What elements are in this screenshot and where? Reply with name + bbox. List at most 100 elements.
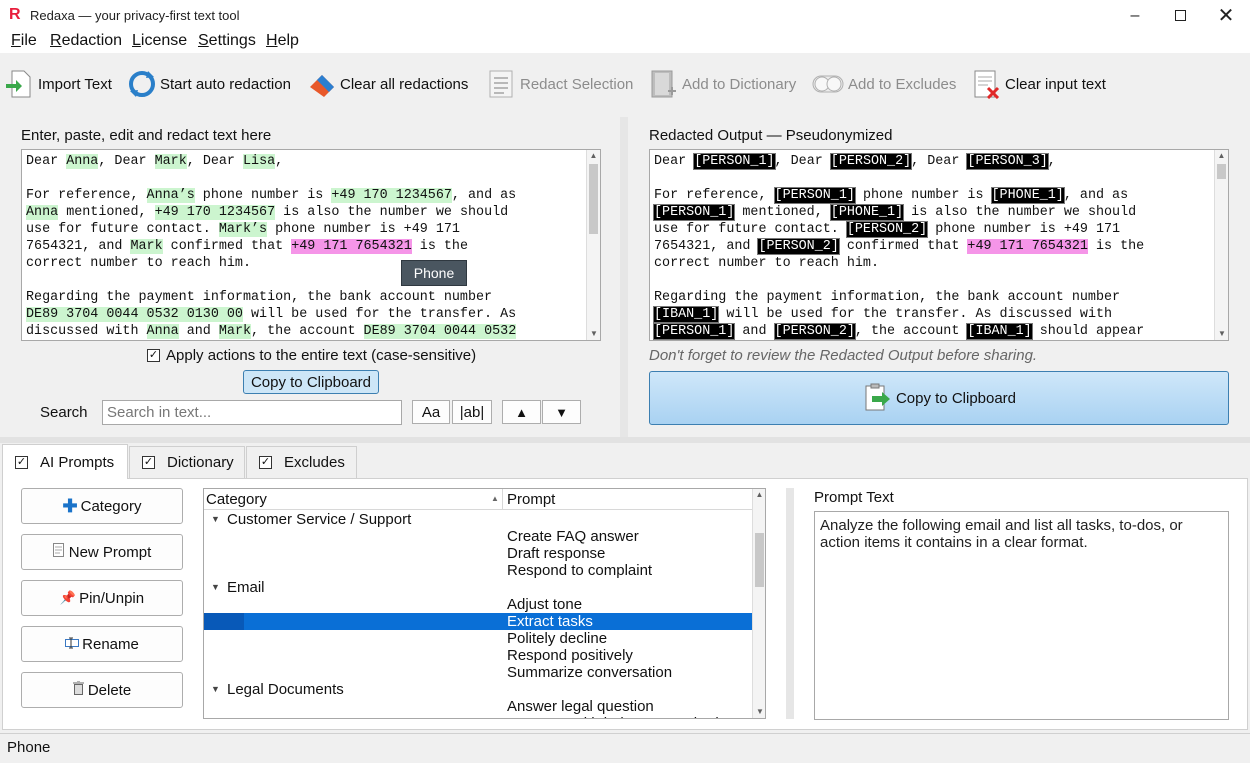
search-next-button[interactable]: ▼ — [542, 400, 581, 424]
add-category-button[interactable]: ✚ Category — [21, 488, 183, 524]
text-segment: is the — [411, 239, 468, 254]
search-prev-button[interactable]: ▲ — [502, 400, 541, 424]
vertical-splitter[interactable] — [620, 117, 628, 437]
menu-file[interactable]: File — [11, 32, 37, 50]
output-scrollbar[interactable]: ▲ ▼ — [1214, 150, 1228, 340]
review-hint: Don't forget to review the Redacted Outp… — [649, 347, 1038, 364]
menu-redaction[interactable]: Redaction — [50, 32, 122, 50]
tree-scrollbar[interactable]: ▲ ▼ — [752, 489, 765, 718]
highlighted-entity: Anna — [26, 205, 59, 220]
scroll-thumb[interactable] — [755, 533, 764, 587]
pin-unpin-button[interactable]: 📌 Pin/Unpin — [21, 580, 183, 616]
column-prompt[interactable]: Prompt — [507, 491, 555, 508]
scroll-down-icon[interactable]: ▼ — [1215, 328, 1229, 340]
text-segment: phone number is — [194, 188, 332, 203]
expand-arrow-icon[interactable]: ▼ — [211, 579, 220, 596]
start-auto-redaction-button[interactable]: Start auto redaction — [128, 66, 291, 102]
tree-prompt-row[interactable]: Answer legal question — [204, 698, 752, 715]
tab-excludes[interactable]: ✓ Excludes — [246, 446, 357, 478]
highlighted-entity: [PERSON_1] — [652, 323, 736, 340]
tree-prompt-row[interactable]: Respond to complaint — [204, 562, 752, 579]
column-category[interactable]: Category — [206, 491, 267, 508]
clear-all-redactions-button[interactable]: Clear all redactions — [308, 66, 468, 102]
highlighted-entity: [PHONE_1] — [990, 187, 1065, 204]
scroll-up-icon[interactable]: ▲ — [587, 150, 600, 162]
category-name: Legal Documents — [227, 681, 344, 698]
text-segment: , Dear — [186, 154, 243, 169]
scroll-thumb[interactable] — [1217, 164, 1226, 179]
minimize-icon[interactable]: – — [1112, 0, 1158, 31]
dictionary-checkbox[interactable]: ✓ — [142, 456, 155, 469]
prompt-tree[interactable]: Category ▲ Prompt ▼ Customer Service / Su… — [203, 488, 766, 719]
tab-ai-prompts[interactable]: ✓ AI Prompts — [2, 444, 128, 479]
text-line: use for future contact. Mark’s phone num… — [26, 221, 582, 238]
highlighted-entity: +49 170 1234567 — [154, 205, 276, 220]
tree-prompt-row[interactable]: Draft response — [204, 545, 752, 562]
output-copy-button[interactable]: Copy to Clipboard — [649, 371, 1229, 425]
text-segment: mentioned, — [58, 205, 155, 220]
app-logo: R — [9, 6, 21, 23]
tab-dictionary[interactable]: ✓ Dictionary — [129, 446, 245, 478]
excludes-checkbox[interactable]: ✓ — [259, 456, 272, 469]
maximize-icon[interactable] — [1157, 0, 1203, 31]
delete-button[interactable]: Delete — [21, 672, 183, 708]
text-line: Anna mentioned, +49 170 1234567 is also … — [26, 204, 582, 221]
highlighted-entity: Mark — [218, 324, 252, 339]
refresh-icon — [128, 69, 155, 99]
search-input[interactable]: Search in text... — [102, 400, 402, 425]
tree-prompt-row[interactable]: Compare with industry standard — [204, 715, 752, 718]
add-to-dictionary-button[interactable]: Add to Dictionary — [650, 66, 796, 102]
tree-category-row[interactable]: ▼ Legal Documents — [204, 681, 752, 698]
clear-input-text-button[interactable]: Clear input text — [973, 66, 1106, 102]
highlighted-entity: Mark — [130, 239, 163, 254]
highlighted-entity: Mark — [154, 154, 187, 169]
input-text-editor[interactable]: Dear Anna, Dear Mark, Dear Lisa, For refe… — [21, 149, 601, 341]
match-case-button[interactable]: Aa — [412, 400, 450, 424]
text-segment: correct number to reach him. — [654, 256, 879, 271]
close-icon[interactable]: ✕ — [1203, 0, 1249, 31]
prompt-splitter[interactable] — [786, 488, 794, 719]
tree-prompt-row[interactable]: Politely decline — [204, 630, 752, 647]
delete-document-icon — [973, 69, 1000, 100]
text-segment: should appear — [1031, 324, 1145, 339]
tree-prompt-row[interactable]: Extract tasks — [204, 613, 752, 630]
tree-prompt-row[interactable]: Adjust tone — [204, 596, 752, 613]
rename-button[interactable]: Rename — [21, 626, 183, 662]
add-to-excludes-button[interactable]: Add to Excludes — [812, 66, 956, 102]
expand-arrow-icon[interactable]: ▼ — [211, 511, 220, 528]
tree-prompt-row[interactable]: Create FAQ answer — [204, 528, 752, 545]
menu-settings[interactable]: Settings — [198, 32, 256, 50]
tree-category-row[interactable]: ▼ Customer Service / Support — [204, 511, 752, 528]
ai-prompts-checkbox[interactable]: ✓ — [15, 455, 28, 469]
input-copy-button[interactable]: Copy to Clipboard — [243, 370, 379, 394]
plus-icon: ✚ — [62, 495, 78, 516]
scroll-down-icon[interactable]: ▼ — [753, 706, 765, 718]
whole-word-button[interactable]: |ab| — [452, 400, 492, 424]
tree-prompt-row[interactable]: Summarize conversation — [204, 664, 752, 681]
redacted-output-text[interactable]: Dear [PERSON_1], Dear [PERSON_2], Dear [… — [649, 149, 1229, 341]
menu-license[interactable]: License — [132, 32, 187, 50]
horizontal-splitter[interactable] — [0, 437, 1250, 443]
scroll-up-icon[interactable]: ▲ — [753, 489, 765, 501]
scroll-thumb[interactable] — [589, 164, 598, 234]
tree-prompt-row[interactable]: Respond positively — [204, 647, 752, 664]
prompt-text-area[interactable]: Analyze the following email and list all… — [814, 511, 1229, 720]
scroll-down-icon[interactable]: ▼ — [587, 328, 601, 340]
redact-selection-button[interactable]: Redact Selection — [488, 66, 633, 102]
text-line: correct number to reach him. — [26, 255, 582, 272]
menu-help[interactable]: Help — [266, 32, 299, 50]
scroll-up-icon[interactable]: ▲ — [1215, 150, 1228, 162]
text-line: Dear [PERSON_1], Dear [PERSON_2], Dear [… — [654, 153, 1210, 170]
text-segment: , and as — [451, 188, 517, 203]
expand-arrow-icon[interactable]: ▼ — [211, 681, 220, 698]
highlighted-entity: DE89 3704 0044 0532 — [363, 324, 517, 339]
input-scrollbar[interactable]: ▲ ▼ — [586, 150, 600, 340]
prompt-name: Draft response — [507, 545, 606, 562]
import-text-button[interactable]: Import Text — [6, 66, 112, 102]
category-name: Customer Service / Support — [227, 511, 412, 528]
tree-category-row[interactable]: ▼ Email — [204, 579, 752, 596]
apply-all-checkbox[interactable]: ✓ — [147, 349, 160, 362]
toggle-icon — [812, 69, 844, 99]
text-segment: , — [1047, 154, 1056, 169]
new-prompt-button[interactable]: New Prompt — [21, 534, 183, 570]
